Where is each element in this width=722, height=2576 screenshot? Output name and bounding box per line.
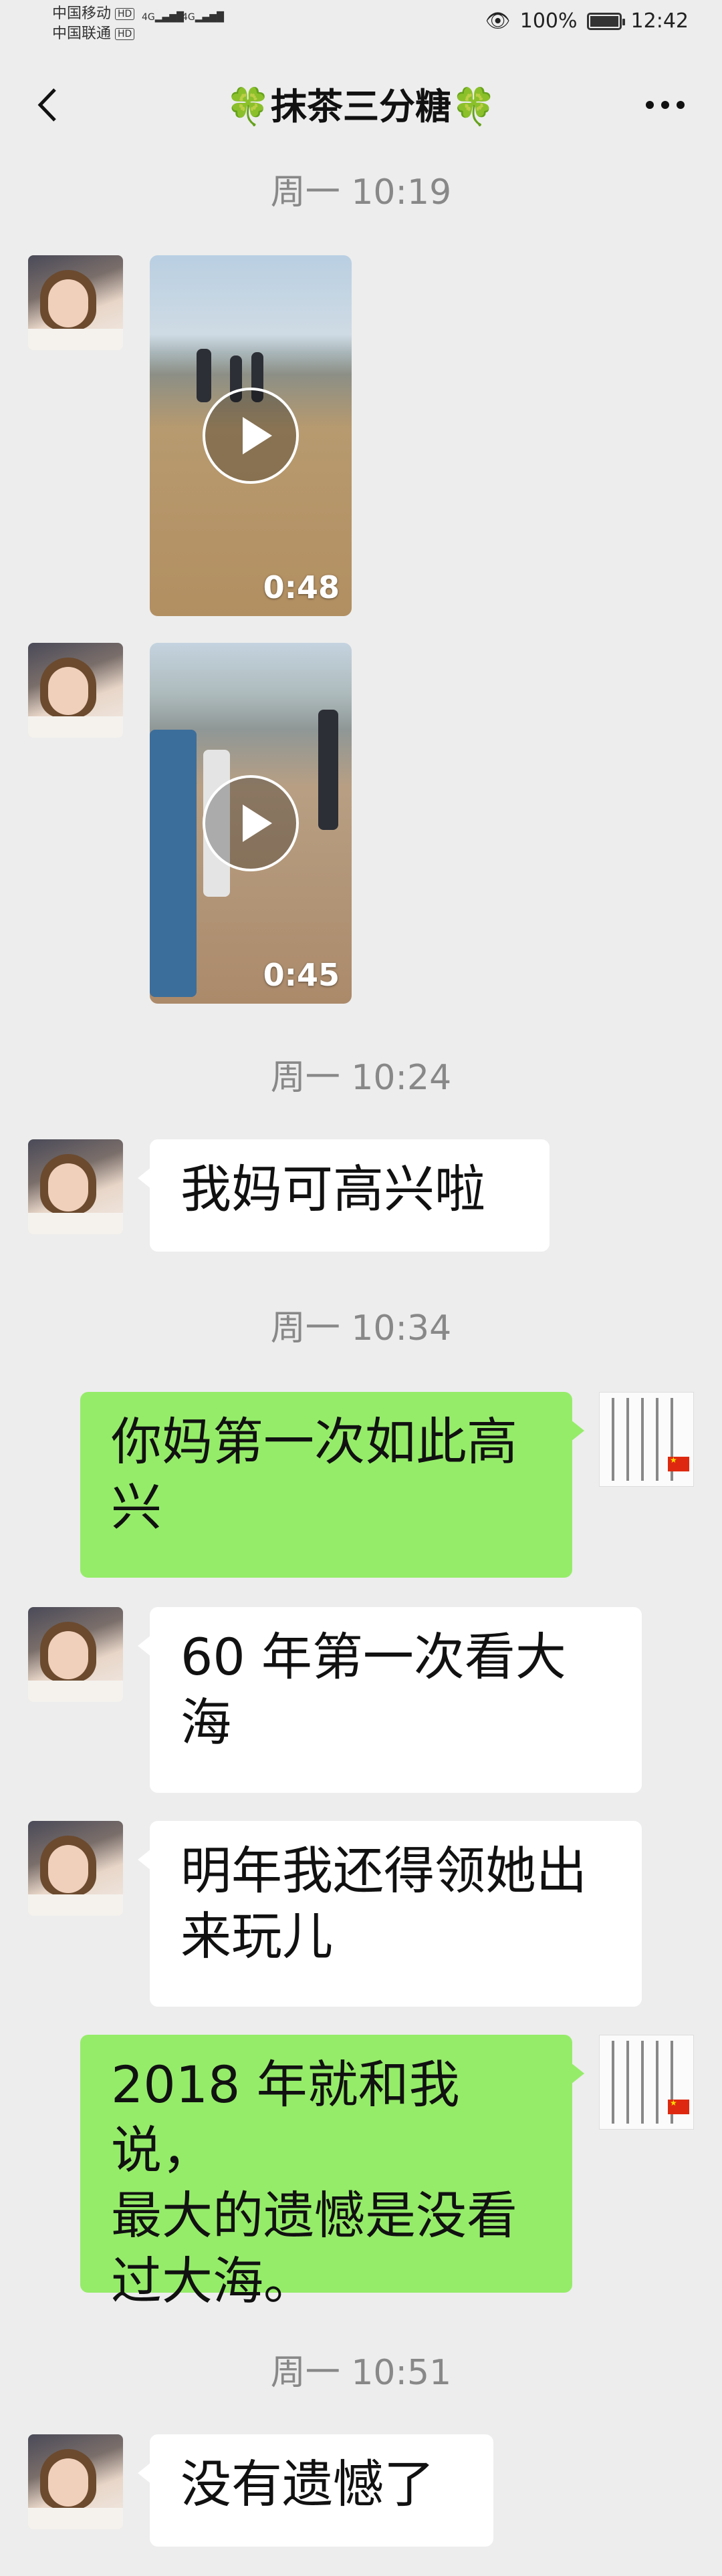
sent-message[interactable]: 2018 年就和我说， 最大的遗憾是没看 过大海。 (80, 2035, 584, 2311)
my-avatar[interactable] (599, 1392, 694, 1487)
video-duration: 0:45 (263, 957, 340, 993)
received-message[interactable]: 没有遗憾了 (138, 2434, 493, 2547)
signal-icon: 4G▂▄▆█ (182, 12, 224, 23)
contact-avatar[interactable] (28, 1139, 123, 1234)
video-message[interactable]: 0:45 (150, 643, 352, 1004)
my-avatar[interactable] (599, 2035, 694, 2130)
timestamp: 周一 10:34 (270, 1308, 452, 1348)
received-message[interactable]: 明年我还得领她出 来玩儿 (138, 1821, 642, 2007)
chat-header: 🍀抹茶三分糖🍀 (0, 53, 722, 160)
received-message[interactable]: 60 年第一次看大 海 (138, 1607, 642, 1793)
network-type: 4G (182, 12, 195, 23)
status-right: 👁 100% 12:42 (485, 9, 689, 33)
chat-title: 🍀抹茶三分糖🍀 (0, 82, 722, 132)
timestamp: 周一 10:51 (270, 2353, 452, 2393)
clock: 12:42 (630, 9, 689, 33)
signal-icon: 4G▂▄▆█ (142, 12, 184, 23)
hd-badge: HD (115, 28, 135, 40)
battery-icon (586, 12, 625, 30)
carrier-1: 中国移动 (52, 5, 112, 22)
contact-avatar[interactable] (28, 643, 123, 738)
play-icon (203, 775, 299, 871)
battery-text: 100% (519, 9, 578, 33)
flag-icon (668, 1455, 689, 1471)
video-duration: 0:48 (263, 569, 340, 605)
contact-avatar[interactable] (28, 2434, 123, 2529)
contact-avatar[interactable] (28, 1607, 123, 1702)
play-icon (203, 388, 299, 484)
battery-fill (590, 15, 618, 27)
contact-avatar[interactable] (28, 1821, 123, 1916)
chat-title-text: 抹茶三分糖 (271, 86, 451, 128)
contact-avatar[interactable] (28, 255, 123, 350)
hd-badge: HD (115, 8, 135, 20)
more-icon (646, 101, 685, 109)
received-message[interactable]: 我妈可高兴啦 (138, 1139, 550, 1252)
clover-icon: 🍀 (225, 86, 271, 128)
more-options-button[interactable] (635, 82, 695, 128)
network-type: 4G (142, 12, 155, 23)
status-bar: 中国移动 HD 中国联通 HD 4G▂▄▆█ 4G▂▄▆█ 👁 100% 12:42 (0, 0, 722, 53)
flag-icon (668, 2098, 689, 2114)
carrier-info: 中国移动 HD 中国联通 HD (52, 4, 135, 44)
clover-icon: 🍀 (451, 86, 497, 128)
carrier-2: 中国联通 (52, 25, 112, 42)
sent-message[interactable]: 你妈第一次如此高 兴 (80, 1392, 584, 1578)
eye-icon: 👁 (485, 9, 511, 33)
timestamp: 周一 10:24 (270, 1058, 452, 1098)
video-message[interactable]: 0:48 (150, 255, 352, 616)
timestamp: 周一 10:19 (270, 172, 452, 212)
